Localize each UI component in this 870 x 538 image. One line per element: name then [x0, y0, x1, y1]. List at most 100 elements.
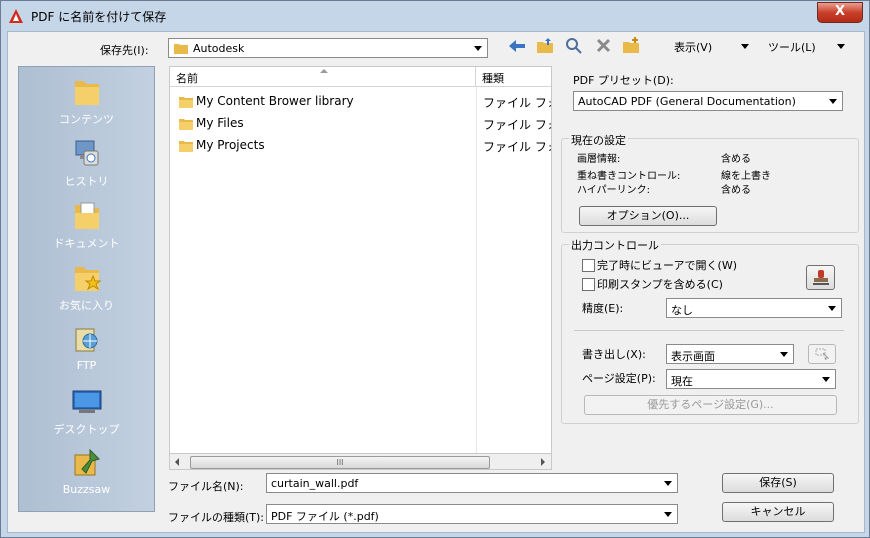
scroll-left-icon[interactable] [175, 458, 179, 466]
setting-value: 含める [721, 185, 751, 196]
page-setup-select[interactable]: 現在 [666, 369, 836, 389]
folder-icon [74, 81, 99, 105]
include-stamp-checkbox[interactable] [582, 278, 595, 291]
window-title: PDF に名前を付けて保存 [31, 10, 167, 24]
folder-icon [174, 44, 188, 54]
file-type: ファイル フォ [483, 118, 552, 132]
history-icon [75, 140, 98, 166]
setting-label: 画層情報: [577, 154, 621, 165]
precision-select[interactable]: なし [666, 298, 842, 318]
precision-label: 精度(E): [582, 302, 624, 315]
cancel-button[interactable]: キャンセル [722, 502, 834, 522]
places-bar: コンテンツ ヒストリ ドキュメント お気に入り FTP デスクトップ Buzzs… [18, 66, 155, 512]
documents-icon [74, 202, 99, 229]
divider [574, 330, 844, 331]
new-folder-icon[interactable] [622, 37, 640, 54]
chevron-down-icon [829, 99, 837, 104]
chevron-down-icon [828, 306, 836, 311]
back-icon[interactable] [508, 38, 526, 54]
filename-value: curtain_wall.pdf [271, 477, 359, 490]
place-history[interactable]: ヒストリ [19, 137, 154, 189]
column-header-label: 名前 [176, 72, 198, 85]
scroll-right-icon[interactable] [541, 458, 545, 466]
export-window-pick-button[interactable] [808, 344, 836, 364]
chevron-down-icon [822, 377, 830, 382]
save-button[interactable]: 保存(S) [722, 473, 834, 493]
place-desktop[interactable]: デスクトップ [19, 385, 154, 437]
views-menu[interactable]: 表示(V) [674, 39, 712, 55]
chevron-down-icon [780, 352, 788, 357]
setting-value: 線を上書き [721, 171, 771, 182]
page-setup-label: ページ設定(P): [582, 372, 656, 385]
buzzsaw-icon [74, 448, 100, 476]
pdf-preset-select[interactable]: AutoCAD PDF (General Documentation) [573, 91, 843, 111]
folder-icon [179, 141, 193, 152]
column-header-name[interactable]: 名前 [170, 67, 476, 87]
open-viewer-label: 完了時にビューアで開く(W) [597, 259, 738, 272]
place-favorites[interactable]: お気に入り [19, 261, 154, 313]
file-list[interactable]: 名前 種類 My Content Brower library ファイル フォ … [169, 66, 552, 470]
place-contents[interactable]: コンテンツ [19, 75, 154, 127]
scroll-thumb[interactable]: III [190, 456, 490, 469]
save-in-label: 保存先(I): [100, 44, 149, 57]
file-row[interactable]: My Files ファイル フォ [170, 113, 552, 135]
file-type: ファイル フォ [483, 96, 552, 110]
file-row[interactable]: My Content Brower library ファイル フォ [170, 91, 552, 113]
pdf-preset-label: PDF プリセット(D): [573, 74, 674, 87]
views-dropdown-icon[interactable] [741, 44, 749, 49]
filetype-label: ファイルの種類(T): [168, 511, 265, 524]
output-control-title: 出力コントロール [569, 237, 661, 253]
setting-label: ハイパーリンク: [577, 185, 650, 196]
file-row[interactable]: My Projects ファイル フォ [170, 135, 551, 157]
file-name: My Files [196, 116, 244, 130]
desktop-icon [72, 390, 101, 413]
plot-stamp-settings-button[interactable] [806, 265, 835, 290]
place-buzzsaw[interactable]: Buzzsaw [19, 447, 154, 496]
stamp-icon [812, 270, 829, 285]
tools-dropdown-icon[interactable] [837, 44, 845, 49]
place-documents[interactable]: ドキュメント [19, 199, 154, 251]
delete-icon[interactable] [596, 38, 611, 53]
place-label: デスクトップ [53, 423, 120, 436]
favorites-icon [74, 267, 101, 291]
up-folder-icon[interactable] [536, 37, 554, 54]
precision-value: なし [671, 304, 693, 317]
place-label: コンテンツ [59, 113, 114, 126]
pdf-preset-value: AutoCAD PDF (General Documentation) [578, 95, 796, 108]
page-setup-value: 現在 [671, 375, 693, 388]
close-button[interactable]: X [817, 2, 863, 23]
export-label: 書き出し(X): [582, 348, 646, 361]
dialog-body: 保存先(I): Autodesk 表示(V) ツール(L) コンテンツ ヒストリ [7, 31, 865, 533]
title-bar: PDF に名前を付けて保存 X [1, 1, 869, 31]
column-header-label: 種類 [482, 72, 504, 85]
chevron-down-icon [474, 46, 482, 51]
export-select[interactable]: 表示画面 [666, 344, 794, 364]
save-in-combo[interactable]: Autodesk [168, 38, 488, 58]
place-label: FTP [76, 359, 97, 372]
place-label: Buzzsaw [62, 483, 111, 496]
ftp-icon [75, 328, 97, 352]
filename-input[interactable]: curtain_wall.pdf [266, 473, 678, 493]
column-header-type[interactable]: 種類 [476, 67, 551, 87]
filetype-select[interactable]: PDF ファイル (*.pdf) [266, 504, 678, 524]
tools-menu[interactable]: ツール(L) [768, 39, 816, 55]
setting-label: 重ね書きコントロール: [577, 171, 681, 182]
place-label: ヒストリ [64, 175, 109, 188]
folder-icon [179, 97, 193, 108]
file-name: My Content Brower library [196, 94, 354, 108]
chevron-down-icon [664, 481, 672, 486]
search-web-icon[interactable] [565, 37, 583, 54]
autocad-logo-icon [9, 9, 23, 23]
file-name: My Projects [196, 138, 265, 152]
window-pick-icon [815, 348, 830, 361]
save-in-value: Autodesk [193, 42, 245, 55]
horizontal-scrollbar[interactable]: III [169, 453, 552, 470]
setting-value: 含める [721, 154, 751, 165]
open-viewer-checkbox[interactable] [582, 259, 595, 272]
page-setup-override-button[interactable]: 優先するページ設定(G)... [584, 395, 837, 415]
current-settings-title: 現在の設定 [569, 132, 628, 148]
options-button[interactable]: オプション(O)... [579, 206, 717, 226]
export-value: 表示画面 [671, 350, 715, 363]
filename-label: ファイル名(N): [168, 480, 244, 493]
place-ftp[interactable]: FTP [19, 323, 154, 372]
